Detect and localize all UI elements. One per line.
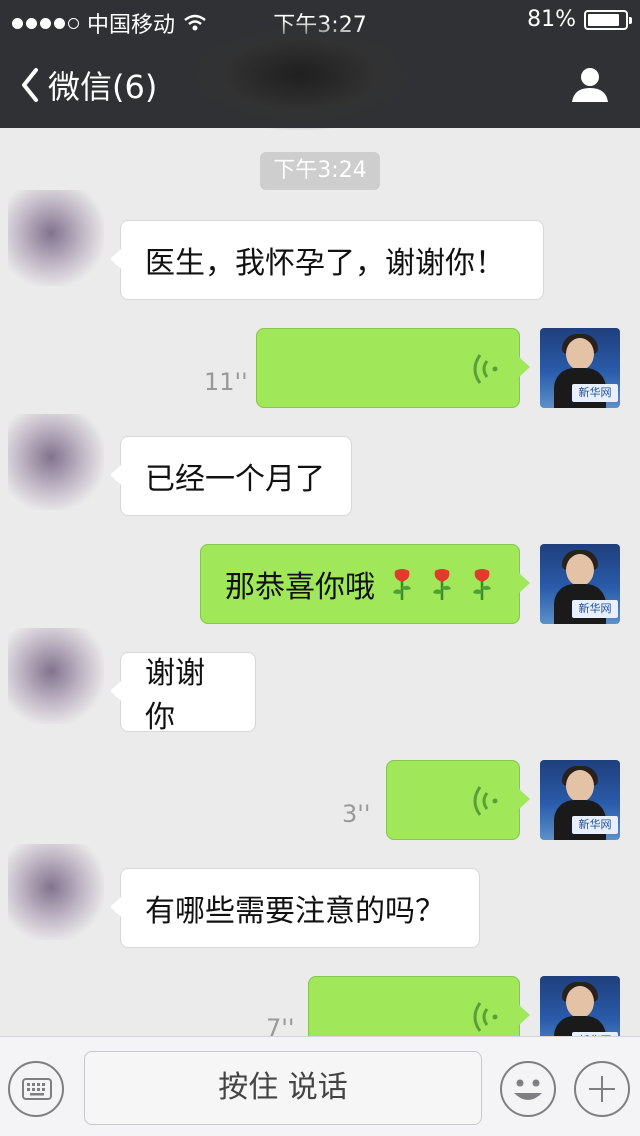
my-avatar[interactable]: 新华网: [540, 976, 620, 1036]
message-text: 那恭喜你哦: [225, 570, 375, 605]
rose-emoji-icon: [393, 569, 411, 600]
message-bubble-incoming[interactable]: 医生，我怀孕了，谢谢你！: [110, 220, 544, 300]
contact-avatar[interactable]: [8, 414, 104, 510]
battery-icon: [584, 9, 632, 30]
redaction-scribble: [180, 20, 420, 130]
keyboard-toggle-button[interactable]: [8, 1061, 64, 1117]
back-label: 微信(6): [48, 68, 158, 106]
rose-emoji-icon: [433, 569, 451, 600]
chat-area[interactable]: 下午3:24 医生，我怀孕了，谢谢你！ 11'' 新华网 已经一个月了 那恭喜你…: [0, 128, 640, 1036]
message-bubble-incoming[interactable]: 已经一个月了: [110, 436, 352, 516]
message-text: 有哪些需要注意的吗？: [145, 894, 445, 929]
message-timestamp: 下午3:24: [260, 152, 380, 190]
contact-avatar[interactable]: [8, 844, 104, 940]
voice-message-outgoing[interactable]: [386, 760, 530, 840]
avatar-logo-text: 新华网: [572, 816, 618, 834]
rose-emoji-icon: [473, 569, 491, 600]
keyboard-icon: [22, 1078, 52, 1100]
voice-message-outgoing[interactable]: [256, 328, 530, 408]
hold-to-talk-button[interactable]: 按住 说话: [84, 1051, 482, 1125]
message-bubble-outgoing[interactable]: 那恭喜你哦: [200, 544, 530, 624]
voice-duration: 11'': [204, 368, 248, 396]
my-avatar[interactable]: 新华网: [540, 760, 620, 840]
message-text: 谢谢你: [145, 656, 205, 735]
smiley-icon: [514, 1079, 542, 1100]
contact-avatar[interactable]: [8, 628, 104, 724]
voice-wave-icon: [473, 1002, 498, 1032]
voice-duration: 3'': [342, 800, 371, 828]
voice-wave-icon: [473, 786, 498, 816]
message-text: 已经一个月了: [145, 462, 325, 497]
chevron-left-icon: [22, 68, 38, 102]
message-bubble-incoming[interactable]: 有哪些需要注意的吗？: [110, 868, 480, 948]
contact-avatar[interactable]: [8, 190, 104, 286]
voice-duration: 7'': [266, 1014, 295, 1036]
avatar-logo-text: 新华网: [572, 384, 618, 402]
back-button[interactable]: 微信(6): [18, 62, 157, 108]
message-text: 医生，我怀孕了，谢谢你！: [145, 246, 505, 281]
my-avatar[interactable]: 新华网: [540, 544, 620, 624]
top-bar: 中国移动 下午3:27 81% 微信(6): [0, 0, 640, 130]
voice-message-outgoing[interactable]: [308, 976, 530, 1036]
my-avatar[interactable]: 新华网: [540, 328, 620, 408]
message-bubble-incoming[interactable]: 谢谢你: [110, 652, 256, 735]
voice-wave-icon: [473, 354, 498, 384]
battery-percent: 81%: [527, 7, 576, 32]
profile-icon[interactable]: [570, 66, 610, 102]
more-plus-button[interactable]: [574, 1061, 630, 1117]
avatar-logo-text: 新华网: [572, 600, 618, 618]
emoji-button[interactable]: [500, 1061, 556, 1117]
input-bar: 按住 说话: [0, 1036, 640, 1136]
